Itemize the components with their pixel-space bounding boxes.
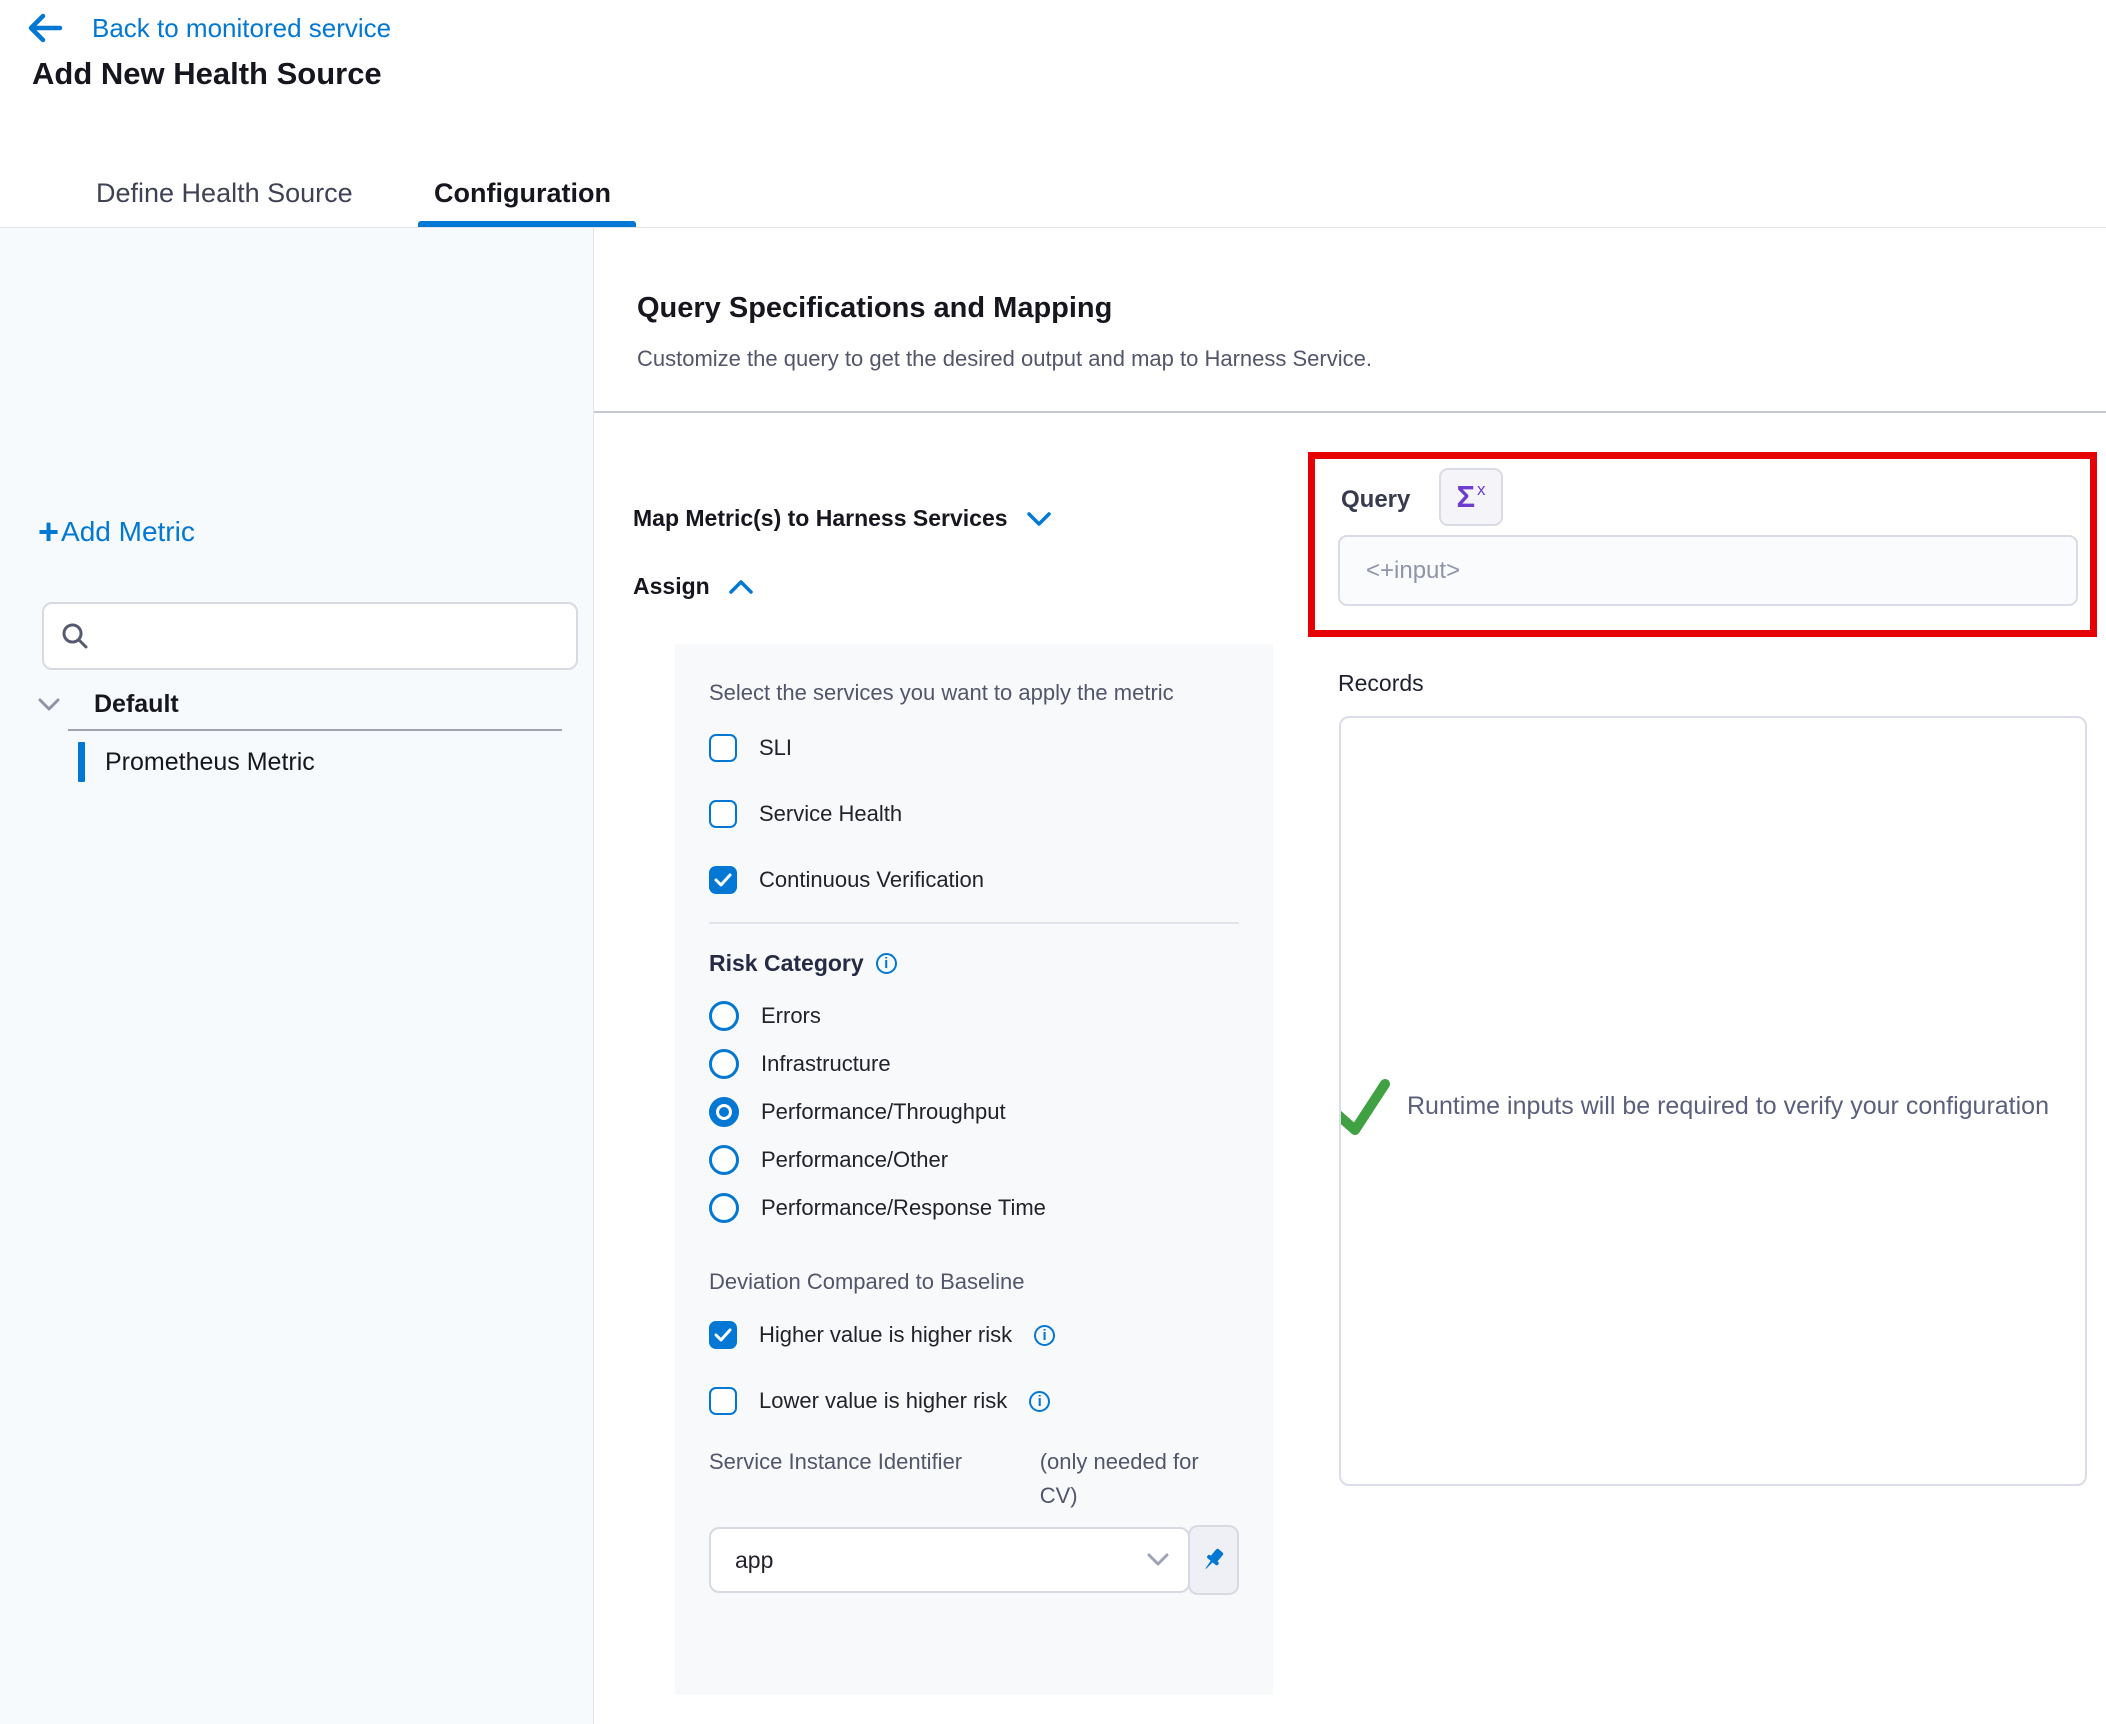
tab-configuration[interactable]: Configuration	[434, 178, 611, 209]
performance-throughput-label: Performance/Throughput	[761, 1099, 1006, 1125]
arrow-left-icon	[26, 12, 64, 44]
add-health-source-screen: Back to monitored service Add New Health…	[0, 0, 2106, 1724]
service-instance-value: app	[735, 1547, 773, 1574]
query-label: Query	[1341, 486, 1410, 514]
query-input[interactable]: <+input>	[1338, 535, 2078, 606]
performance-other-label: Performance/Other	[761, 1147, 948, 1173]
service-health-checkbox[interactable]	[709, 800, 737, 828]
main-content: Query Specifications and Mapping Customi…	[594, 228, 2106, 1724]
infrastructure-radio[interactable]	[709, 1049, 739, 1079]
sli-label: SLI	[759, 735, 792, 761]
risk-category-label: Risk Category	[709, 950, 864, 977]
performance-other-radio[interactable]	[709, 1145, 739, 1175]
add-metric-button[interactable]: + Add Metric	[38, 516, 195, 548]
service-option-sli: SLI	[709, 734, 1239, 762]
deviation-label: Deviation Compared to Baseline	[709, 1265, 1239, 1299]
pushpin-icon	[1198, 1545, 1228, 1575]
service-option-service-health: Service Health	[709, 800, 1239, 828]
assign-label: Assign	[633, 573, 710, 600]
map-metrics-toggle[interactable]: Map Metric(s) to Harness Services	[633, 505, 1052, 532]
risk-option-errors: Errors	[709, 1001, 1239, 1031]
runtime-input-pin-button[interactable]	[1188, 1525, 1239, 1595]
performance-response-time-label: Performance/Response Time	[761, 1195, 1046, 1221]
info-icon[interactable]: i	[1029, 1391, 1050, 1412]
runtime-message: Runtime inputs will be required to verif…	[1407, 1092, 2049, 1121]
service-instance-select[interactable]: app	[709, 1527, 1190, 1593]
performance-throughput-radio[interactable]	[709, 1097, 739, 1127]
metric-group-default[interactable]: Default	[38, 690, 179, 719]
service-health-label: Service Health	[759, 801, 902, 827]
group-underline	[68, 729, 562, 731]
back-to-monitored-service-link[interactable]: Back to monitored service	[26, 12, 391, 44]
info-icon[interactable]: i	[876, 953, 897, 974]
runtime-message-row: Runtime inputs will be required to verif…	[1339, 1070, 2049, 1142]
higher-value-label: Higher value is higher risk	[759, 1322, 1012, 1348]
chevron-down-icon	[1026, 511, 1052, 527]
service-instance-header: Service Instance Identifier (only needed…	[709, 1445, 1239, 1513]
risk-option-performance-response-time: Performance/Response Time	[709, 1193, 1239, 1223]
section-heading: Query Specifications and Mapping	[637, 292, 1112, 325]
lower-value-label: Lower value is higher risk	[759, 1388, 1007, 1414]
green-check-icon	[1339, 1070, 1397, 1142]
continuous-verification-checkbox[interactable]	[709, 866, 737, 894]
assign-panel: Select the services you want to apply th…	[675, 644, 1273, 1695]
sidebar-item-prometheus-metric[interactable]: Prometheus Metric	[78, 742, 315, 782]
assign-toggle[interactable]: Assign	[633, 573, 754, 600]
risk-option-infrastructure: Infrastructure	[709, 1049, 1239, 1079]
plus-icon: +	[38, 518, 59, 546]
sli-checkbox[interactable]	[709, 734, 737, 762]
performance-response-time-radio[interactable]	[709, 1193, 739, 1223]
deviation-option-lower: Lower value is higher risk i	[709, 1387, 1239, 1415]
service-option-continuous-verification: Continuous Verification	[709, 866, 1239, 894]
add-metric-label: Add Metric	[61, 516, 195, 548]
section-divider	[594, 411, 2106, 413]
errors-radio[interactable]	[709, 1001, 739, 1031]
services-prompt: Select the services you want to apply th…	[709, 676, 1214, 710]
service-instance-note: (only needed for CV)	[1040, 1445, 1239, 1513]
risk-option-performance-other: Performance/Other	[709, 1145, 1239, 1175]
deviation-option-higher: Higher value is higher risk i	[709, 1321, 1239, 1349]
risk-category-header: Risk Category i	[709, 950, 1239, 977]
higher-value-checkbox[interactable]	[709, 1321, 737, 1349]
metrics-sidebar: + Add Metric Default Prometheus M	[0, 228, 594, 1724]
sigma-icon: Σ	[1456, 479, 1475, 515]
expression-sigma-button[interactable]: Σ x	[1439, 468, 1503, 526]
query-input-value: <+input>	[1366, 557, 1460, 585]
chevron-down-icon	[1146, 1553, 1170, 1567]
sidebar-item-label: Prometheus Metric	[105, 748, 315, 777]
panel-divider	[709, 922, 1239, 924]
back-link-label: Back to monitored service	[92, 13, 391, 44]
service-instance-row: app	[709, 1527, 1239, 1595]
records-label: Records	[1338, 670, 1424, 697]
continuous-verification-label: Continuous Verification	[759, 867, 984, 893]
lower-value-checkbox[interactable]	[709, 1387, 737, 1415]
page-title: Add New Health Source	[32, 56, 382, 92]
map-metrics-label: Map Metric(s) to Harness Services	[633, 505, 1008, 532]
selected-item-bar	[78, 742, 85, 782]
records-panel: Runtime inputs will be required to verif…	[1339, 716, 2087, 1486]
service-instance-label: Service Instance Identifier	[709, 1445, 994, 1513]
chevron-up-icon	[728, 579, 754, 595]
metric-group-label: Default	[94, 690, 179, 719]
search-icon	[60, 621, 90, 651]
chevron-down-icon	[38, 698, 60, 712]
errors-label: Errors	[761, 1003, 821, 1029]
info-icon[interactable]: i	[1034, 1325, 1055, 1346]
metric-search-input[interactable]	[102, 621, 560, 651]
metric-search-box	[42, 602, 578, 670]
infrastructure-label: Infrastructure	[761, 1051, 891, 1077]
tab-define-health-source[interactable]: Define Health Source	[96, 178, 353, 209]
section-subheading: Customize the query to get the desired o…	[637, 346, 1372, 372]
risk-option-performance-throughput: Performance/Throughput	[709, 1097, 1239, 1127]
